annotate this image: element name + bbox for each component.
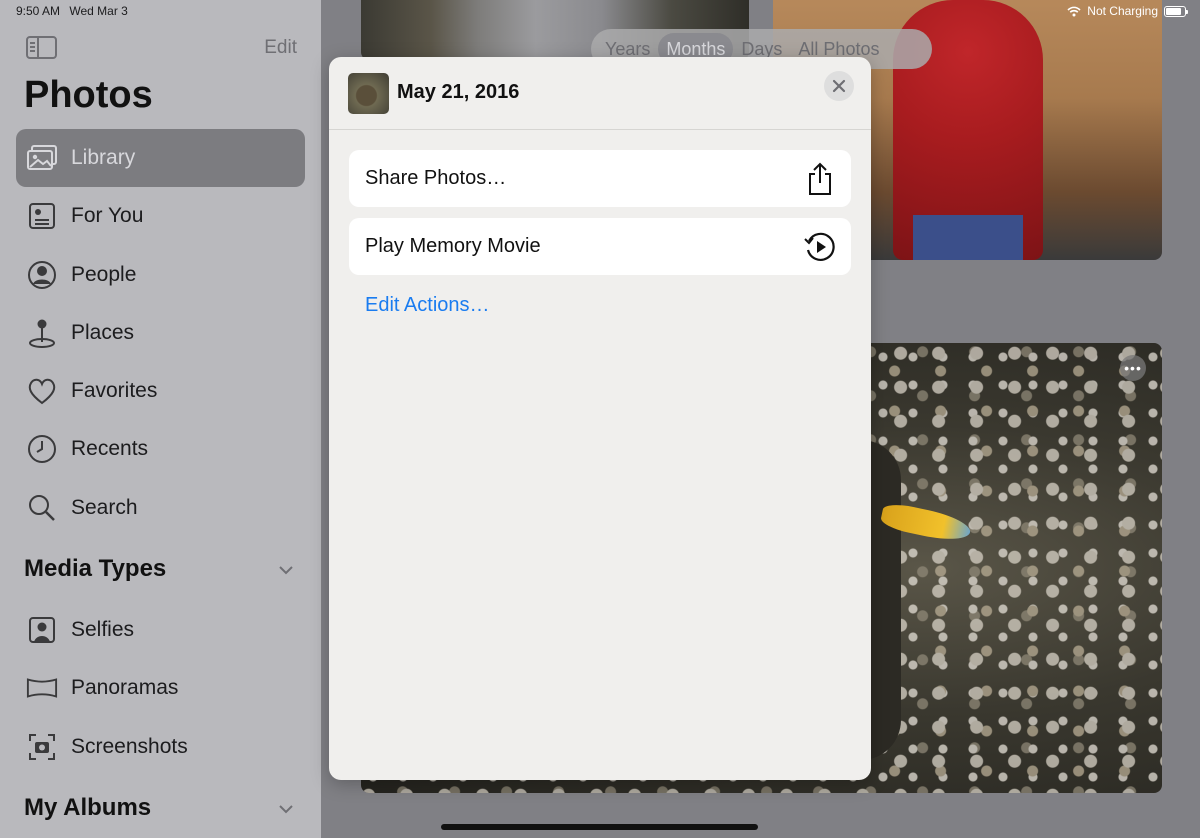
- sidebar-item-label: Search: [71, 496, 138, 519]
- edit-button[interactable]: Edit: [264, 37, 297, 59]
- selfie-icon: [26, 614, 58, 646]
- sidebar-item-people[interactable]: People: [16, 246, 305, 304]
- sidebar-item-label: People: [71, 263, 137, 286]
- edit-actions-link[interactable]: Edit Actions…: [365, 294, 490, 317]
- heart-icon: [26, 375, 58, 407]
- sidebar-item-label: Panoramas: [71, 676, 179, 699]
- clock-icon: [26, 433, 58, 465]
- more-options-icon[interactable]: •••: [1120, 355, 1146, 381]
- share-icon: [803, 162, 837, 196]
- play-memory-movie-button[interactable]: Play Memory Movie: [349, 218, 851, 275]
- people-icon: [26, 259, 58, 291]
- sidebar-item-label: Favorites: [71, 379, 158, 402]
- status-bar-right: Not Charging: [1067, 4, 1188, 18]
- app-title: Photos: [24, 74, 153, 116]
- sidebar-item-label: Screenshots: [71, 735, 188, 758]
- action-label: Share Photos…: [365, 167, 507, 189]
- sidebar-item-recents[interactable]: Recents: [16, 420, 305, 478]
- sidebar-item-label: Library: [71, 146, 136, 169]
- sidebar-item-panoramas[interactable]: Panoramas: [16, 659, 305, 717]
- close-icon: [832, 79, 846, 93]
- sidebar-item-for-you[interactable]: For You: [16, 187, 305, 245]
- sidebar: Edit Photos Library For You People Place…: [0, 0, 321, 838]
- sidebar-item-label: For You: [71, 204, 144, 227]
- memory-thumbnail: [348, 73, 389, 114]
- sidebar-item-library[interactable]: Library: [16, 129, 305, 187]
- places-icon: [26, 317, 58, 349]
- my-albums-header[interactable]: My Albums: [24, 794, 151, 822]
- sidebar-toggle-icon[interactable]: [26, 36, 57, 59]
- play-memory-icon: [803, 230, 837, 264]
- sidebar-item-places[interactable]: Places: [16, 304, 305, 362]
- charging-status: Not Charging: [1087, 4, 1158, 18]
- sidebar-item-label: Recents: [71, 437, 149, 460]
- chevron-down-icon[interactable]: [276, 799, 296, 819]
- chevron-down-icon[interactable]: [276, 560, 296, 580]
- popover-header: May 21, 2016: [329, 57, 871, 130]
- status-date: Wed Mar 3: [69, 4, 128, 18]
- memory-actions-popover: May 21, 2016 Share Photos… Play Memory M…: [329, 57, 871, 780]
- sidebar-item-search[interactable]: Search: [16, 479, 305, 537]
- panorama-icon: [26, 672, 58, 704]
- search-icon: [26, 492, 58, 524]
- sidebar-item-screenshots[interactable]: Screenshots: [16, 718, 305, 776]
- close-button[interactable]: [824, 71, 854, 101]
- battery-icon: [1164, 5, 1188, 17]
- for-you-icon: [26, 200, 58, 232]
- action-label: Play Memory Movie: [365, 235, 541, 257]
- sidebar-item-label: Places: [71, 321, 135, 344]
- status-time: 9:50 AM: [16, 4, 61, 18]
- home-indicator[interactable]: [441, 824, 758, 830]
- library-icon: [26, 142, 58, 174]
- wifi-icon: [1067, 6, 1081, 16]
- share-photos-button[interactable]: Share Photos…: [349, 150, 851, 207]
- sidebar-item-favorites[interactable]: Favorites: [16, 362, 305, 420]
- status-bar-left: 9:50 AM Wed Mar 3: [16, 4, 134, 18]
- sidebar-item-label: Selfies: [71, 618, 135, 641]
- media-types-header[interactable]: Media Types: [24, 555, 166, 583]
- popover-title: May 21, 2016: [397, 81, 520, 103]
- screenshot-icon: [26, 731, 58, 763]
- photo-detail: [913, 215, 1023, 260]
- sidebar-item-selfies[interactable]: Selfies: [16, 601, 305, 659]
